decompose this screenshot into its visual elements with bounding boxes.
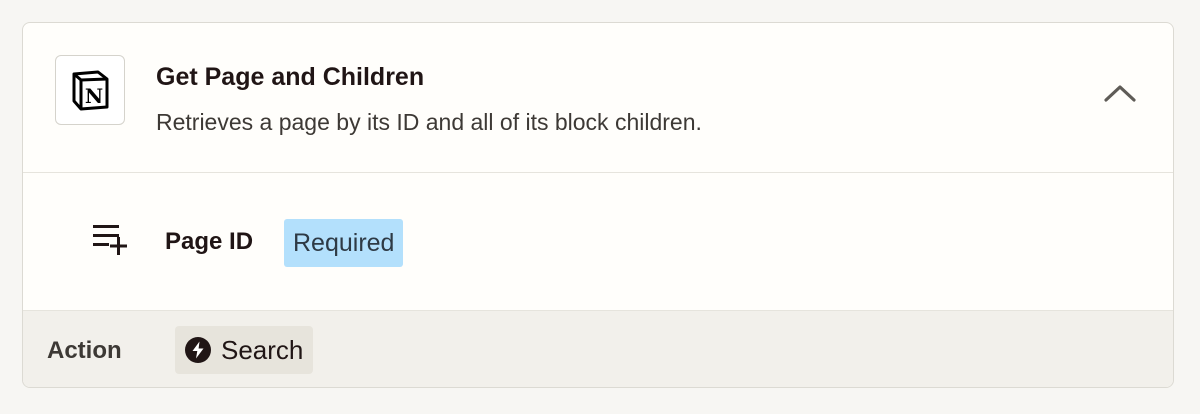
bolt-circle-icon (185, 337, 211, 363)
svg-text:N: N (85, 84, 103, 108)
step-title: Get Page and Children (156, 63, 425, 91)
step-card: N Get Page and Children Retrieves a page… (22, 22, 1174, 388)
collapse-button[interactable] (1099, 77, 1141, 113)
required-badge: Required (284, 219, 404, 267)
step-header[interactable]: N Get Page and Children Retrieves a page… (23, 23, 1173, 173)
field-row-page-id[interactable]: Page ID Required (23, 173, 1173, 310)
action-type-label: Search (221, 334, 304, 365)
chevron-up-icon (1104, 83, 1136, 108)
step-footer: Action Search (23, 310, 1173, 387)
step-description: Retrieves a page by its ID and all of it… (156, 109, 702, 135)
playlist-add-icon (91, 221, 131, 257)
notion-logo-icon: N (55, 55, 125, 125)
field-label: Page ID (165, 228, 254, 255)
action-type-chip[interactable]: Search (175, 326, 314, 374)
footer-label: Action (47, 337, 122, 364)
